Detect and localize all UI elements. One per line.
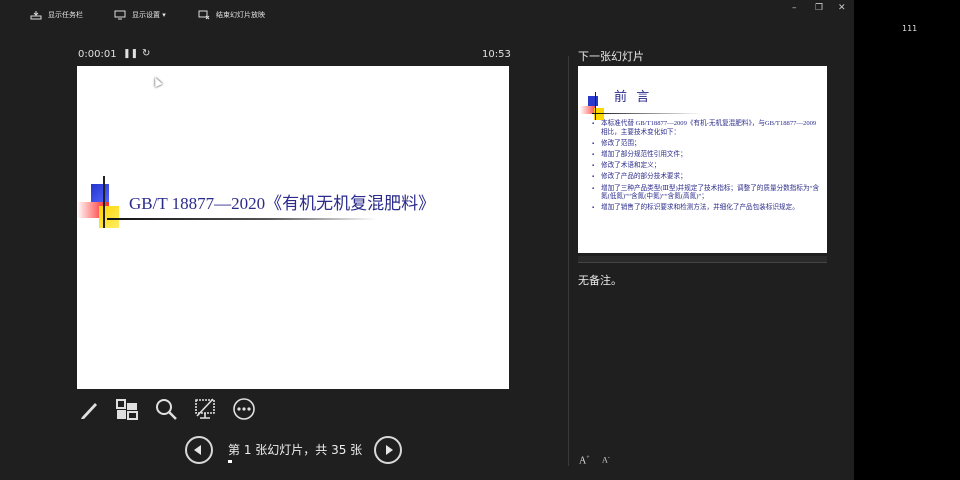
next-slide-decor-blue-square [588,96,598,106]
slide-counter[interactable]: 第 1 张幻灯片，共 35 张 [228,441,362,458]
slide-decor-blue-square [91,184,109,202]
see-all-slides-icon[interactable] [115,397,139,421]
end-slideshow-icon [198,10,210,20]
zoom-icon[interactable] [154,397,178,421]
display-settings-icon [114,10,126,20]
current-slide[interactable]: GB/T 18877—2020《有机无机复混肥料》 [77,66,509,389]
desktop-edge-text: 111 [902,24,918,33]
increase-font-button[interactable]: A+ [579,455,590,466]
list-item: 修改了术语和定义； [592,162,822,171]
black-screen-icon[interactable] [193,397,217,421]
decrease-font-button[interactable]: A- [602,455,610,465]
next-slide-title: 前 言 [614,89,653,104]
current-time: 10:53 [482,49,511,60]
more-options-icon[interactable] [232,397,256,421]
next-slide-decor-vertical-line [595,92,596,120]
list-item: 增加了销售了的标识要求和检测方法，并细化了产品包装标识规定。 [592,204,822,213]
next-slide-splitter[interactable] [578,256,827,263]
slide-title-underline [107,218,377,220]
next-slide-label: 下一张幻灯片 [578,50,644,63]
close-button[interactable]: ✕ [838,3,846,13]
slide-progress-bar [228,460,232,463]
slide-decor-vertical-line [103,176,105,228]
show-taskbar-button[interactable]: 显示任务栏 [30,10,83,20]
next-slide-bullet-list: 本标准代替 GB/T18877—2009《有机-无机复混肥料》，与GB/T188… [592,120,822,216]
display-settings-button[interactable]: 显示设置 ▾ [114,10,166,20]
list-item: 本标准代替 GB/T18877—2009《有机-无机复混肥料》，与GB/T188… [592,120,822,137]
minimize-button[interactable]: – [792,3,797,13]
desktop-edge [854,0,960,480]
speaker-notes[interactable]: 无备注。 [578,272,622,288]
list-item: 修改了范围； [592,140,822,149]
display-settings-label: 显示设置 ▾ [132,11,166,19]
presenter-view: 显示任务栏 显示设置 ▾ 结束幻灯片放映 – ❐ ✕ 0:00:01 ❚❚ ↻ … [0,0,854,480]
pause-timer-button[interactable]: ❚❚ [123,49,138,59]
pen-icon[interactable] [78,397,102,421]
previous-slide-button[interactable] [185,436,213,464]
reset-timer-button[interactable]: ↻ [142,48,150,59]
pane-divider[interactable] [568,56,569,466]
list-item: 修改了产品的部分技术要求； [592,173,822,182]
elapsed-timer: 0:00:01 [78,49,117,60]
end-slideshow-button[interactable]: 结束幻灯片放映 [198,10,265,20]
next-slide-preview[interactable]: 前 言 本标准代替 GB/T18877—2009《有机-无机复混肥料》，与GB/… [578,66,827,253]
show-taskbar-label: 显示任务栏 [48,11,83,19]
slide-title: GB/T 18877—2020《有机无机复混肥料》 [129,194,436,213]
restore-button[interactable]: ❐ [815,3,823,13]
next-slide-button[interactable] [374,436,402,464]
top-toolbar: 显示任务栏 显示设置 ▾ 结束幻灯片放映 – ❐ ✕ [0,0,854,36]
next-slide-title-underline [592,113,702,114]
list-item: 增加了部分规范性引用文件； [592,151,822,160]
slide-decor-yellow-square [99,206,119,228]
taskbar-icon [30,11,42,20]
end-slideshow-label: 结束幻灯片放映 [216,11,265,19]
list-item: 增加了三种产品类型(Ⅲ型)并规定了技术指标；调整了的质量分数指标为“含氮(低氮)… [592,185,822,202]
